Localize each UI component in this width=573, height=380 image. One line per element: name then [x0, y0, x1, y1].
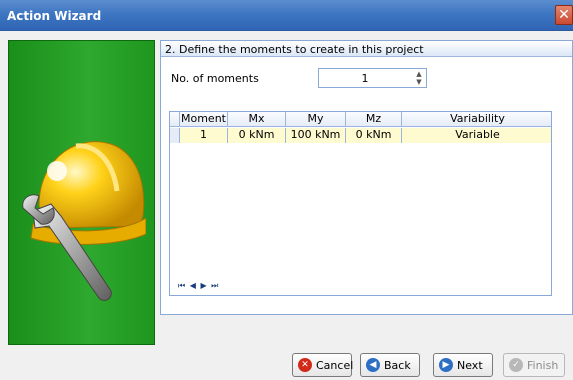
cell-variability[interactable]: Variable	[402, 128, 553, 143]
finish-icon: ✓	[509, 358, 523, 372]
cell-mz[interactable]: 0 kNm	[346, 128, 402, 143]
close-button[interactable]: ✕	[555, 5, 573, 25]
grid-header-row: Moment Mx My Mz Variability	[170, 112, 551, 127]
cancel-icon: ✕	[298, 358, 312, 372]
column-header-variability[interactable]: Variability	[402, 112, 553, 127]
spin-arrows-icon[interactable]: ▲ ▼	[414, 70, 424, 86]
window-title: Action Wizard	[7, 9, 102, 23]
moments-count-stepper[interactable]: 1 ▲ ▼	[318, 68, 427, 88]
close-icon: ✕	[558, 7, 570, 23]
cell-my[interactable]: 100 kNm	[286, 128, 346, 143]
next-button-label: Next	[457, 359, 483, 372]
moments-count-value[interactable]: 1	[319, 72, 411, 85]
title-bar: Action Wizard ✕	[0, 0, 573, 31]
next-button[interactable]: ▶ Next	[433, 353, 493, 377]
back-button-label: Back	[384, 359, 411, 372]
finish-button: ✓ Finish	[503, 353, 565, 377]
table-row[interactable]: 1 0 kNm 100 kNm 0 kNm Variable	[170, 128, 551, 143]
cancel-button-label: Cancel	[316, 359, 354, 372]
moments-grid[interactable]: Moment Mx My Mz Variability 1 0 kNm 100 …	[169, 111, 552, 296]
hard-hat-icon	[22, 141, 146, 301]
finish-button-label: Finish	[527, 359, 559, 372]
back-button[interactable]: ◀ Back	[360, 353, 420, 377]
back-arrow-icon: ◀	[366, 358, 380, 372]
column-header-my[interactable]: My	[286, 112, 346, 127]
row-indicator-header	[170, 112, 180, 127]
next-arrow-icon: ▶	[439, 358, 453, 372]
column-header-mz[interactable]: Mz	[346, 112, 402, 127]
step-header: 2. Define the moments to create in this …	[161, 41, 572, 57]
row-indicator[interactable]	[170, 128, 180, 143]
wizard-side-panel	[8, 40, 155, 345]
moments-count-label: No. of moments	[171, 72, 259, 85]
column-header-moment[interactable]: Moment	[180, 112, 228, 127]
step-title: 2. Define the moments to create in this …	[165, 43, 424, 56]
grid-navigation-icon[interactable]: ⏮ ◀ ▶ ⏭	[178, 281, 219, 291]
cell-mx[interactable]: 0 kNm	[228, 128, 286, 143]
cancel-button[interactable]: ✕ Cancel	[292, 353, 354, 377]
wizard-step-panel: 2. Define the moments to create in this …	[160, 40, 573, 315]
column-header-mx[interactable]: Mx	[228, 112, 286, 127]
cell-moment[interactable]: 1	[180, 128, 228, 143]
